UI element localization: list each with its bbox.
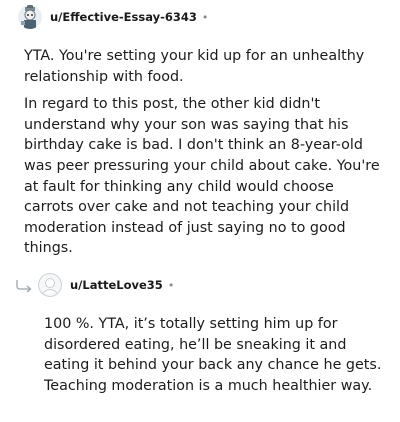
comment: u/Effective-Essay-6343 • YTA. You're set… <box>0 4 400 256</box>
user-avatar[interactable] <box>18 5 42 29</box>
reply-comment: u/LatteLove35 • 100 %. YTA, it’s totally… <box>0 272 400 394</box>
comment-paragraph: In regard to this post, the other kid di… <box>24 96 380 257</box>
separator-dot: • <box>167 278 175 292</box>
reply-arrow-icon <box>14 278 34 293</box>
comment-header: u/Effective-Essay-6343 • <box>0 4 400 30</box>
comment-header: u/LatteLove35 • <box>0 272 400 298</box>
comment-body: 100 %. YTA, it’s totally setting him up … <box>44 314 384 396</box>
user-avatar[interactable] <box>38 273 62 297</box>
separator-dot: • <box>201 10 209 24</box>
comment-paragraph: YTA. You're setting your kid up for an u… <box>24 48 365 85</box>
comment-username[interactable]: u/LatteLove35 <box>70 278 163 292</box>
comment-username[interactable]: u/Effective-Essay-6343 <box>50 10 197 24</box>
comment-body: YTA. You're setting your kid up for an u… <box>24 46 384 259</box>
comment-paragraph: 100 %. YTA, it’s totally setting him up … <box>44 316 382 394</box>
